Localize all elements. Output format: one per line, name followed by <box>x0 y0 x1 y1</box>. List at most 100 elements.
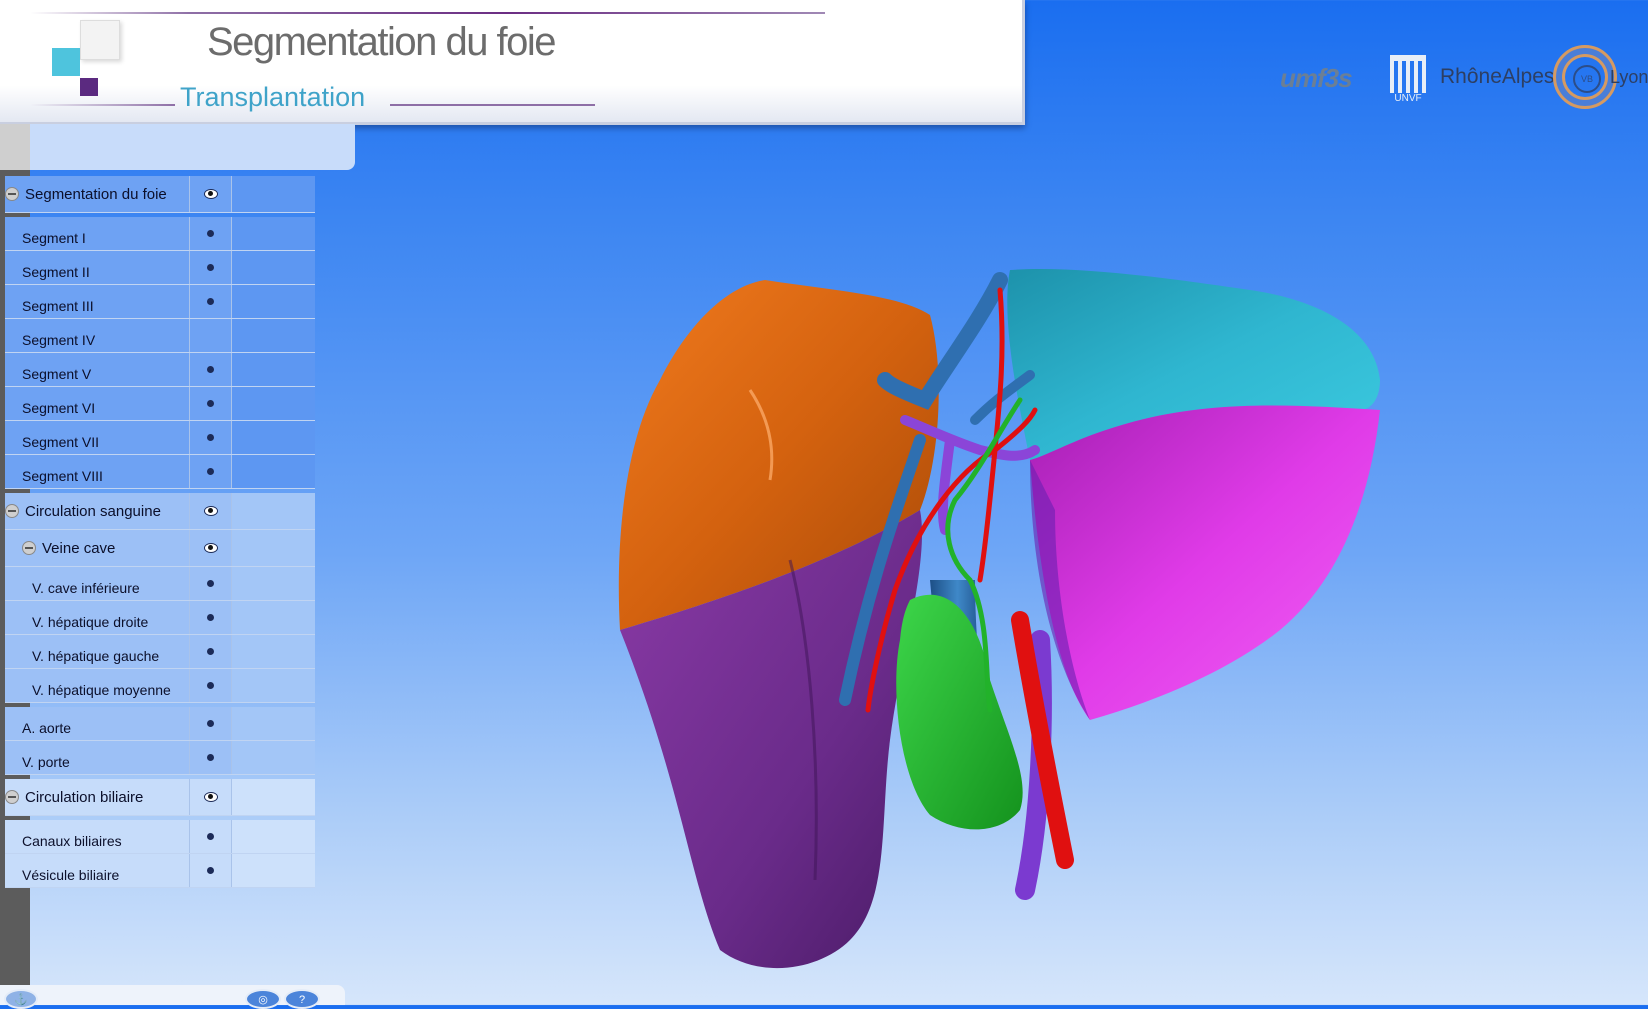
tree-item-a-aorte[interactable]: A. aorte <box>5 707 315 741</box>
opacity-cell[interactable] <box>232 530 315 566</box>
opacity-cell[interactable] <box>232 779 315 815</box>
visibility-toggle[interactable] <box>190 176 232 212</box>
visibility-toggle[interactable] <box>190 854 232 887</box>
collapse-icon[interactable] <box>22 541 36 555</box>
subtitle-decor-line-right <box>390 104 595 106</box>
tree-item-segment-2[interactable]: Segment II <box>5 251 315 285</box>
opacity-cell[interactable] <box>232 387 315 420</box>
tree-group-label: Circulation biliaire <box>25 788 144 806</box>
visibility-toggle[interactable] <box>190 319 232 352</box>
visibility-toggle[interactable] <box>190 217 232 250</box>
help-icon[interactable]: ? <box>284 989 320 1009</box>
opacity-cell[interactable] <box>232 669 315 702</box>
tree-group-label-cell: Circulation biliaire <box>5 779 190 815</box>
visibility-toggle[interactable] <box>190 493 232 529</box>
visible-dot-icon <box>207 614 214 621</box>
tree-item-segment-8[interactable]: Segment VIII <box>5 455 315 489</box>
opacity-cell[interactable] <box>232 707 315 740</box>
opacity-cell[interactable] <box>232 176 315 212</box>
opacity-cell[interactable] <box>232 493 315 529</box>
opacity-cell[interactable] <box>232 567 315 600</box>
tree-group-label: Circulation sanguine <box>25 502 161 520</box>
tree-item-label: Segment VIII <box>5 455 190 488</box>
visible-dot-icon <box>207 230 214 237</box>
visibility-toggle[interactable] <box>190 455 232 488</box>
umf3s-logo: umf3s <box>1280 63 1353 93</box>
tree-item-segment-6[interactable]: Segment VI <box>5 387 315 421</box>
visibility-toggle[interactable] <box>190 707 232 740</box>
opacity-cell[interactable] <box>232 455 315 488</box>
tree-subgroup-veine-cave[interactable]: Veine cave <box>5 530 315 567</box>
tree-item-segment-4[interactable]: Segment IV <box>5 319 315 353</box>
visibility-toggle[interactable] <box>190 353 232 386</box>
tree-item-canaux-biliaires[interactable]: Canaux biliaires <box>5 820 315 854</box>
tree-item-label: A. aorte <box>5 707 190 740</box>
visibility-toggle[interactable] <box>190 567 232 600</box>
circle-logo-text: VB <box>1573 65 1601 93</box>
opacity-cell[interactable] <box>232 217 315 250</box>
tree-group-circulation-sanguine[interactable]: Circulation sanguine <box>5 493 315 530</box>
tree-item-vesicule-biliaire[interactable]: Vésicule biliaire <box>5 854 315 888</box>
visibility-toggle[interactable] <box>190 741 232 774</box>
university-logo: UNVF <box>1390 55 1426 104</box>
visibility-toggle[interactable] <box>190 387 232 420</box>
visibility-toggle[interactable] <box>190 421 232 454</box>
collapse-icon[interactable] <box>5 504 19 518</box>
opacity-cell[interactable] <box>232 251 315 284</box>
tree-group-circulation-biliaire[interactable]: Circulation biliaire <box>5 779 315 816</box>
tree-group-label-cell: Veine cave <box>5 530 190 566</box>
anchor-icon[interactable]: ⚓ <box>4 989 38 1009</box>
visible-dot-icon <box>207 682 214 689</box>
tree-item-v-hepatique-droite[interactable]: V. hépatique droite <box>5 601 315 635</box>
tree-item-segment-3[interactable]: Segment III <box>5 285 315 319</box>
collapse-icon[interactable] <box>5 187 19 201</box>
visibility-toggle[interactable] <box>190 820 232 853</box>
tree-item-label: V. cave inférieure <box>5 567 190 600</box>
eye-icon <box>203 543 218 553</box>
liver-3d-viewport[interactable] <box>600 260 1460 1005</box>
rhonealpes-logo: RhôneAlpes <box>1440 65 1555 88</box>
tree-item-segment-1[interactable]: Segment I <box>5 217 315 251</box>
opacity-cell[interactable] <box>232 854 315 887</box>
opacity-cell[interactable] <box>232 421 315 454</box>
visibility-toggle[interactable] <box>190 530 232 566</box>
opacity-cell[interactable] <box>232 319 315 352</box>
eye-icon <box>203 792 218 802</box>
tree-item-segment-7[interactable]: Segment VII <box>5 421 315 455</box>
tree-item-label: Segment V <box>5 353 190 386</box>
opacity-cell[interactable] <box>232 820 315 853</box>
tree-group-label-cell: Circulation sanguine <box>5 493 190 529</box>
visible-dot-icon <box>207 366 214 373</box>
visible-dot-icon <box>207 580 214 587</box>
brand-logo-square-white <box>80 20 120 60</box>
tree-item-v-porte[interactable]: V. porte <box>5 741 315 775</box>
university-building-icon <box>1390 55 1426 93</box>
visibility-toggle[interactable] <box>190 601 232 634</box>
opacity-cell[interactable] <box>232 601 315 634</box>
opacity-cell[interactable] <box>232 353 315 386</box>
tree-item-v-cave-inferieure[interactable]: V. cave inférieure <box>5 567 315 601</box>
opacity-cell[interactable] <box>232 741 315 774</box>
tree-item-label: V. porte <box>5 741 190 774</box>
opacity-cell[interactable] <box>232 285 315 318</box>
collapse-icon[interactable] <box>5 790 19 804</box>
visibility-toggle[interactable] <box>190 669 232 702</box>
layer-tree: Segmentation du foie Segment I Segment I… <box>5 176 315 888</box>
visibility-toggle[interactable] <box>190 635 232 668</box>
tree-item-segment-5[interactable]: Segment V <box>5 353 315 387</box>
visibility-toggle[interactable] <box>190 285 232 318</box>
tree-item-label: Segment VI <box>5 387 190 420</box>
visibility-toggle[interactable] <box>190 779 232 815</box>
visible-dot-icon <box>207 867 214 874</box>
panel-top-area <box>30 124 355 170</box>
tree-item-v-hepatique-gauche[interactable]: V. hépatique gauche <box>5 635 315 669</box>
visibility-toggle[interactable] <box>190 251 232 284</box>
gallbladder <box>896 594 1023 830</box>
tree-item-label: Segment VII <box>5 421 190 454</box>
opacity-cell[interactable] <box>232 635 315 668</box>
tree-item-v-hepatique-moyenne[interactable]: V. hépatique moyenne <box>5 669 315 703</box>
tree-item-label: Canaux biliaires <box>5 820 190 853</box>
tree-group-label: Veine cave <box>42 539 116 557</box>
tree-group-segmentation[interactable]: Segmentation du foie <box>5 176 315 213</box>
target-icon[interactable]: ◎ <box>245 989 281 1009</box>
